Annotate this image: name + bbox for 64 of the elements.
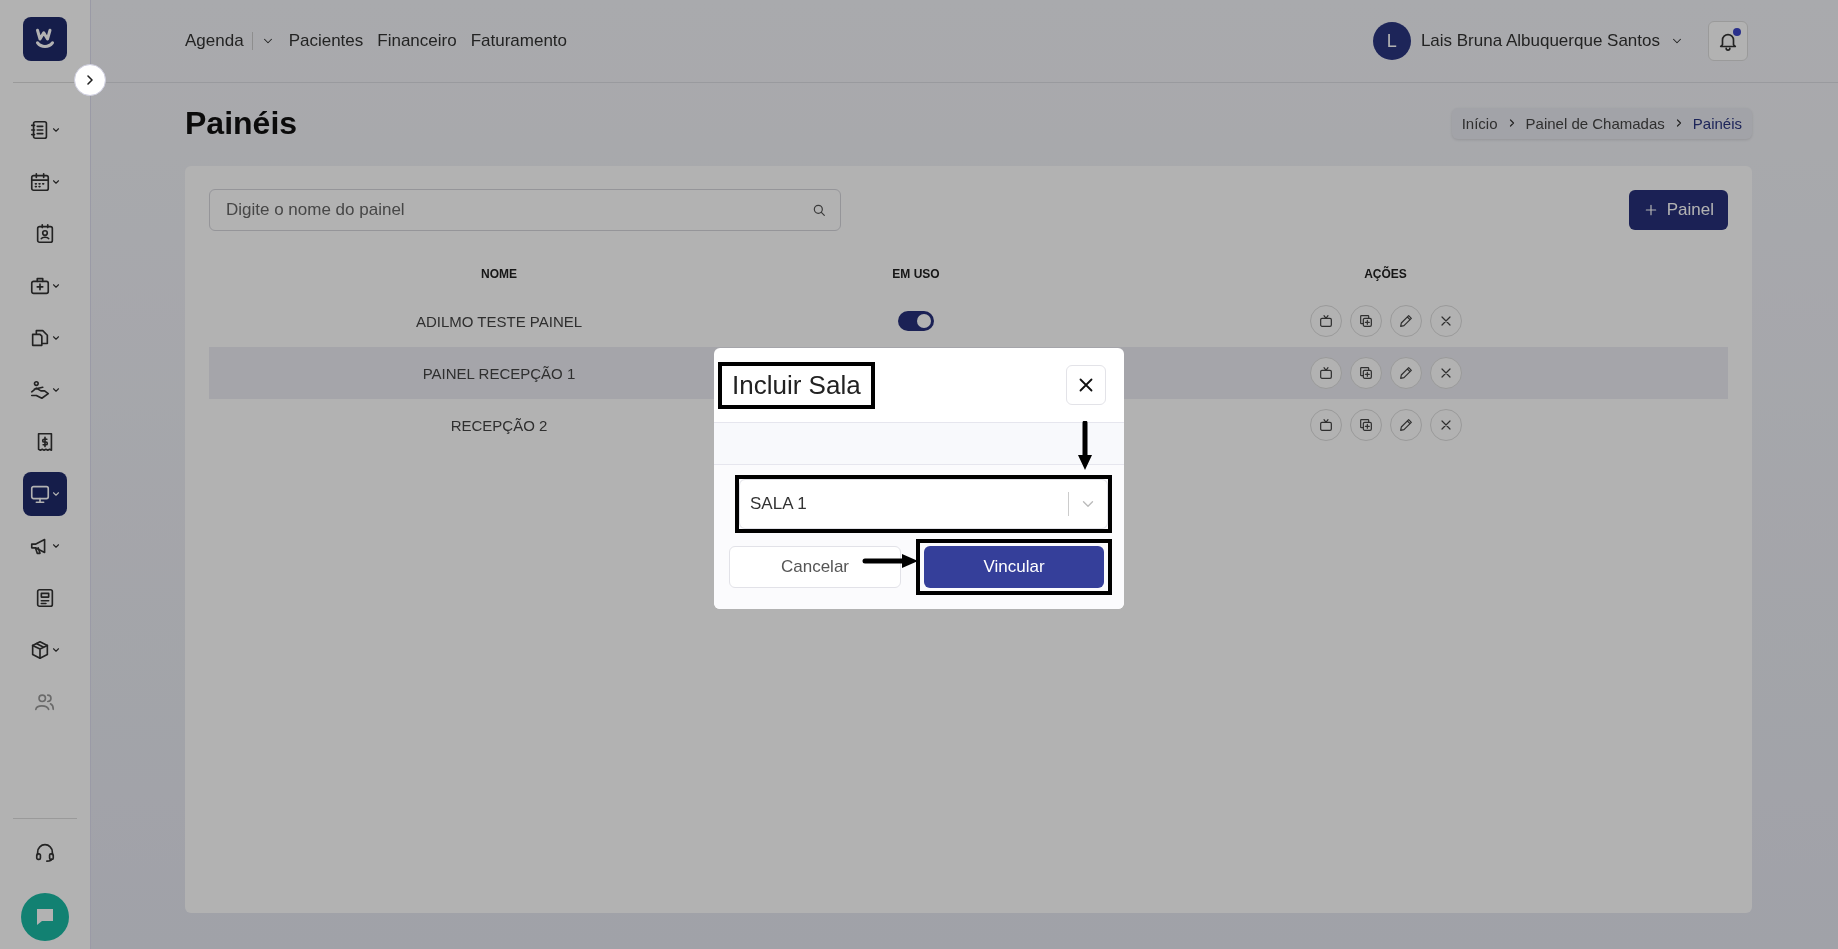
notifications-button[interactable] bbox=[1708, 21, 1748, 61]
close-button[interactable] bbox=[1066, 365, 1106, 405]
tv-button[interactable] bbox=[1309, 357, 1342, 389]
pencil-icon bbox=[1397, 313, 1414, 329]
chevron-down-icon bbox=[51, 333, 61, 343]
panel-name: ADILMO TESTE PAINEL bbox=[415, 312, 583, 330]
nav-link[interactable]: Agenda bbox=[185, 31, 275, 51]
expand-button[interactable] bbox=[74, 64, 106, 96]
box-icon bbox=[29, 639, 51, 661]
nav-link[interactable]: Financeiro bbox=[377, 31, 457, 51]
nav-link[interactable]: Pacientes bbox=[288, 31, 364, 51]
tv-button[interactable] bbox=[1309, 305, 1342, 337]
column-header: AÇÕES bbox=[1363, 265, 1408, 283]
monitor-icon bbox=[29, 483, 51, 505]
edit-button[interactable] bbox=[1389, 305, 1422, 337]
chevron-down-icon bbox=[51, 645, 61, 655]
link-button[interactable]: Vincular bbox=[924, 546, 1104, 588]
search-field[interactable]: Digite o nome do painel bbox=[209, 189, 841, 231]
chevron-down-icon bbox=[51, 281, 61, 291]
breadcrumb-link[interactable]: Painel de Chamadas bbox=[1525, 114, 1665, 132]
chevron-down-icon bbox=[51, 125, 61, 135]
user-name[interactable]: Lais Bruna Albuquerque Santos bbox=[1420, 31, 1660, 51]
app-logo[interactable] bbox=[23, 17, 67, 61]
in-use-toggle[interactable] bbox=[898, 311, 934, 331]
tv-icon bbox=[1317, 417, 1334, 433]
chevron-down-icon bbox=[51, 177, 61, 187]
id-card-icon bbox=[34, 223, 56, 245]
tv-icon bbox=[1317, 313, 1334, 329]
documents-icon bbox=[29, 327, 51, 349]
panel-name: RECEPÇÃO 2 bbox=[450, 416, 548, 434]
pencil-icon bbox=[1397, 417, 1414, 433]
chevron-down-icon bbox=[51, 541, 61, 551]
hand-icon bbox=[29, 379, 51, 401]
modal-title: Incluir Sala bbox=[731, 368, 862, 402]
room-select[interactable]: SALA 1 bbox=[739, 479, 1108, 529]
medical-kit-icon bbox=[29, 275, 51, 297]
nav-link[interactable]: Faturamento bbox=[470, 31, 568, 51]
edit-button[interactable] bbox=[1389, 409, 1422, 441]
people-icon bbox=[34, 691, 56, 713]
column-header: NOME bbox=[480, 266, 518, 283]
duplicate-icon bbox=[1357, 365, 1374, 381]
page-title: Painéis bbox=[185, 104, 298, 142]
chevron-down-icon bbox=[51, 489, 61, 499]
tv-button[interactable] bbox=[1309, 409, 1342, 441]
newspaper-icon bbox=[34, 587, 56, 609]
duplicate-icon bbox=[1357, 417, 1374, 433]
cancel-button[interactable]: Cancelar bbox=[729, 546, 901, 588]
search-icon bbox=[811, 202, 827, 218]
chevron-down-icon bbox=[51, 385, 61, 395]
tv-icon bbox=[1317, 365, 1334, 381]
duplicate-button[interactable] bbox=[1349, 357, 1382, 389]
duplicate-icon bbox=[1357, 313, 1374, 329]
breadcrumb-link[interactable]: Início bbox=[1461, 114, 1498, 132]
duplicate-button[interactable] bbox=[1349, 305, 1382, 337]
add-panel-button[interactable]: Painel bbox=[1628, 190, 1728, 230]
pencil-icon bbox=[1397, 365, 1414, 381]
column-header: EM USO bbox=[891, 266, 941, 283]
panel-name: PAINEL RECEPÇÃO 1 bbox=[422, 364, 576, 382]
sidebar-item[interactable] bbox=[23, 472, 67, 516]
calendar-icon bbox=[29, 171, 51, 193]
headset-icon bbox=[34, 841, 56, 863]
user-avatar[interactable]: L bbox=[1372, 22, 1411, 60]
duplicate-button[interactable] bbox=[1349, 409, 1382, 441]
edit-button[interactable] bbox=[1389, 357, 1422, 389]
